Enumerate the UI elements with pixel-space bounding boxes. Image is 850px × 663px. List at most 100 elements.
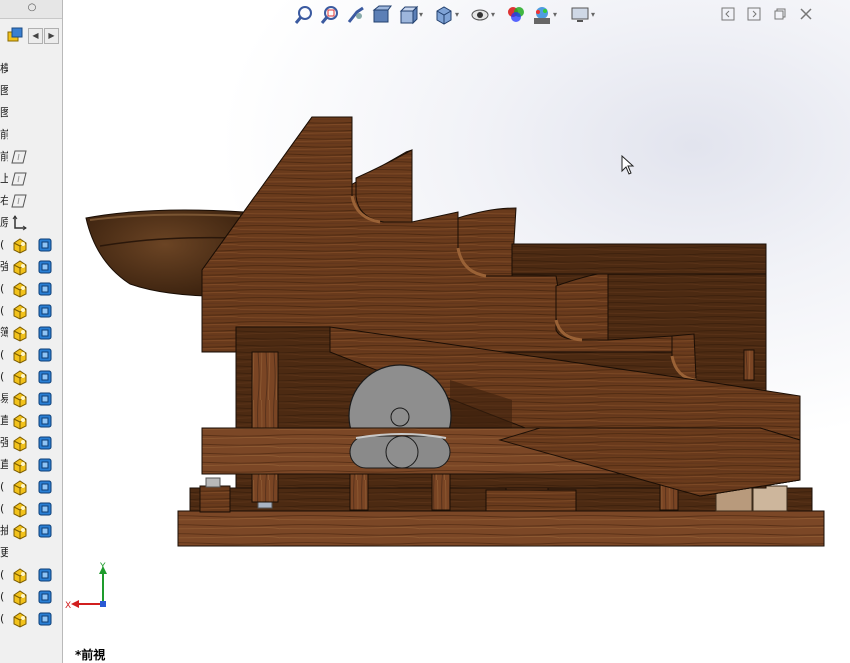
assembly-icon[interactable] <box>6 26 24 44</box>
tree-item[interactable]: ( <box>0 344 62 366</box>
body-icon <box>37 589 53 605</box>
body-icon <box>37 435 53 451</box>
body-icon <box>37 281 53 297</box>
part-icon <box>11 456 29 474</box>
tree-item-label: 直 <box>0 458 8 472</box>
post-mid-2[interactable] <box>431 469 451 511</box>
tree-item-label: 易 <box>0 392 8 406</box>
tree-item[interactable]: ( <box>0 300 62 322</box>
body-icon <box>37 303 53 319</box>
wheel-hub[interactable] <box>390 407 410 427</box>
steel-pin-2[interactable] <box>257 501 273 509</box>
tree-item-label: 强 <box>0 436 8 450</box>
part-icon <box>11 280 29 298</box>
tree-item[interactable]: 抽 <box>0 520 62 542</box>
tree-item-label: 图 <box>0 106 8 120</box>
slot-shaft[interactable] <box>385 435 419 469</box>
tree-item[interactable]: 图 <box>0 102 62 124</box>
back-top-strip <box>511 243 767 275</box>
tree-item[interactable]: 強 <box>0 256 62 278</box>
tree-item-label: ( <box>0 348 5 361</box>
tree-item[interactable]: 簿 <box>0 322 62 344</box>
tree-item[interactable]: 前 <box>0 146 62 168</box>
part-icon <box>11 610 29 628</box>
base-board[interactable] <box>177 510 825 547</box>
tab-next-button[interactable]: ▶ <box>44 28 59 44</box>
tree-item-label: 更 <box>0 546 8 560</box>
tree-item-label: 右 <box>0 194 8 208</box>
tree-item[interactable]: ( <box>0 366 62 388</box>
tree-item-label: ( <box>0 590 5 603</box>
tree-item-label: ( <box>0 612 5 625</box>
tree-item-label: ( <box>0 480 5 493</box>
part-icon <box>11 324 29 342</box>
tree-item[interactable]: ( <box>0 234 62 256</box>
tree-item[interactable]: 前 <box>0 124 62 146</box>
graphics-viewport[interactable]: ▾ ▾ ▾ ▾ ▾ Y X *前視 <box>63 0 850 663</box>
body-icon <box>37 523 53 539</box>
y-axis-label: Y <box>99 562 106 572</box>
tree-item-label: 簿 <box>0 326 8 340</box>
tree-item[interactable]: 模 <box>0 58 62 80</box>
panel-tabs: ◀ ▶ <box>0 24 62 46</box>
tree-item[interactable]: 图 <box>0 80 62 102</box>
rail-block-left[interactable] <box>199 485 231 513</box>
tree-item-label: ( <box>0 304 5 317</box>
tree-item[interactable]: 上 <box>0 168 62 190</box>
part-icon <box>11 368 29 386</box>
part-icon <box>11 302 29 320</box>
post-small[interactable] <box>743 349 755 381</box>
tree-item[interactable]: ( <box>0 498 62 520</box>
tree-item[interactable]: ( <box>0 476 62 498</box>
tree-item[interactable]: ( <box>0 278 62 300</box>
part-icon <box>11 588 29 606</box>
tree-item[interactable]: 易 <box>0 388 62 410</box>
body-icon <box>37 413 53 429</box>
post-mid[interactable] <box>349 469 369 511</box>
rail-block-center[interactable] <box>485 489 577 512</box>
body-icon <box>37 391 53 407</box>
tree-item[interactable]: ( <box>0 586 62 608</box>
tree-item[interactable]: 原 <box>0 212 62 234</box>
tree-item[interactable]: 右 <box>0 190 62 212</box>
tab-prev-button[interactable]: ◀ <box>28 28 43 44</box>
tree-item-label: ( <box>0 370 5 383</box>
plane-icon <box>10 171 28 187</box>
body-icon <box>37 611 53 627</box>
body-icon <box>37 567 53 583</box>
view-name-label: *前視 <box>75 648 106 662</box>
tree-item-label: 前 <box>0 128 8 142</box>
tree-item-label: ( <box>0 502 5 515</box>
coordinate-triad: Y X <box>65 562 107 611</box>
model-graphics[interactable] <box>63 0 850 663</box>
body-icon <box>37 259 53 275</box>
part-icon <box>11 500 29 518</box>
light-block-2[interactable] <box>752 485 788 512</box>
body-icon <box>37 369 53 385</box>
panel-collapse-button[interactable]: ○ <box>26 2 38 14</box>
feature-manager-panel: ○ ◀ ▶ 模图图前前上右原 (強 ((簿 ((易直强直 ((抽更 ((( <box>0 0 63 663</box>
part-icon <box>11 478 29 496</box>
tree-item[interactable]: ( <box>0 564 62 586</box>
tree-item-label: 前 <box>0 150 8 164</box>
tree-item-label: 图 <box>0 84 8 98</box>
tree-item-label: ( <box>0 282 5 295</box>
part-icon <box>11 522 29 540</box>
panel-header: ○ <box>0 0 62 19</box>
post-left[interactable] <box>251 351 279 503</box>
body-icon <box>37 501 53 517</box>
tree-item-label: ( <box>0 568 5 581</box>
tree-item[interactable]: 直 <box>0 410 62 432</box>
part-icon <box>11 236 29 254</box>
tree-item[interactable]: 更 <box>0 542 62 564</box>
tree-item[interactable]: ( <box>0 608 62 630</box>
body-icon <box>37 325 53 341</box>
body-icon <box>37 237 53 253</box>
mouse-pointer-icon <box>621 155 635 175</box>
steel-pin[interactable] <box>205 477 221 488</box>
part-icon <box>11 566 29 584</box>
tree-item[interactable]: 强 <box>0 432 62 454</box>
tree-item-label: 強 <box>0 260 8 274</box>
step-fin-1[interactable] <box>355 149 413 223</box>
tree-item[interactable]: 直 <box>0 454 62 476</box>
